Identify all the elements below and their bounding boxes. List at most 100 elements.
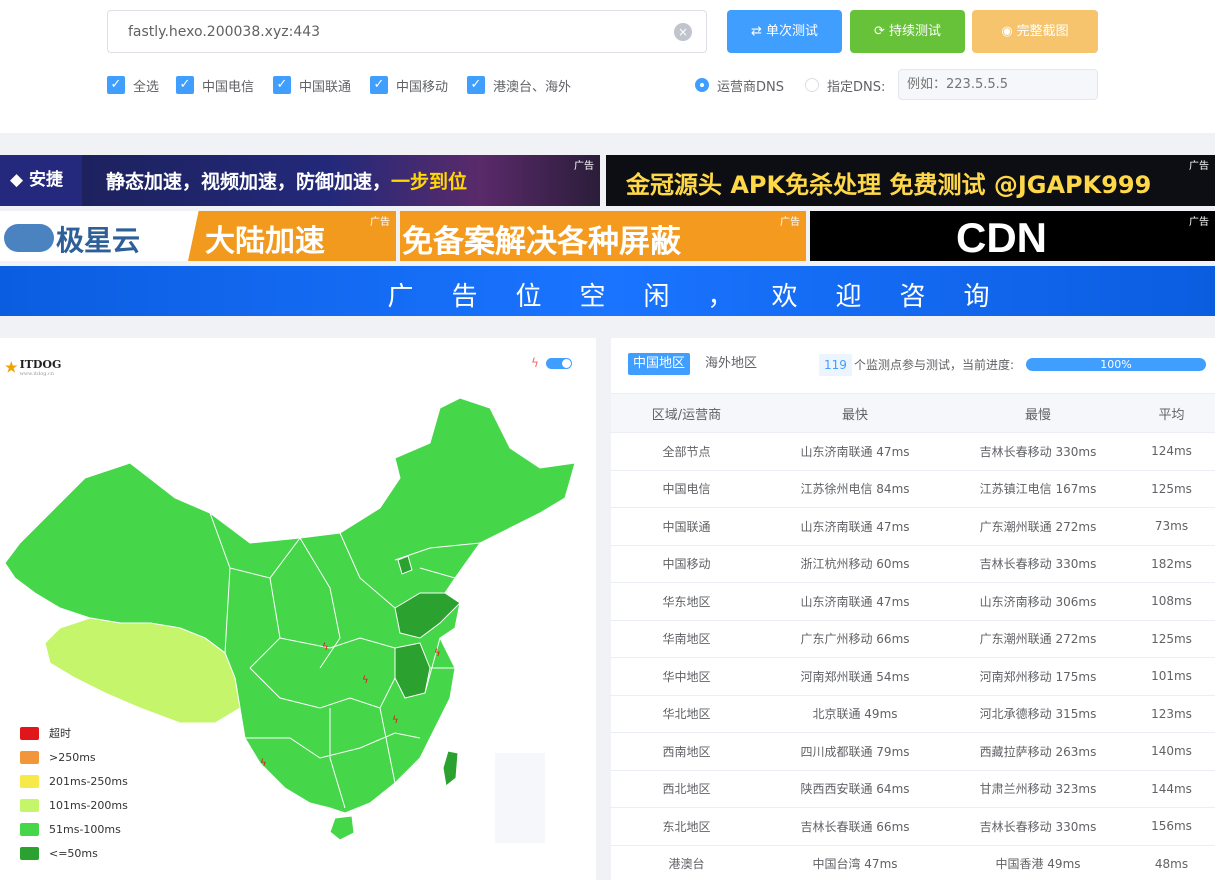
legend-item[interactable]: 101ms-200ms	[20, 793, 128, 817]
check-icon: ✓	[370, 76, 388, 94]
table-row[interactable]: 华南地区 广东广州移动 66ms 广东潮州联通 272ms 125ms	[611, 621, 1215, 658]
map-region-hainan[interactable]	[329, 815, 355, 841]
ad-tag: 广告	[574, 161, 594, 172]
dns-input[interactable]	[898, 69, 1098, 100]
cell-average: 124ms	[1151, 444, 1192, 459]
node-count-text: 个监测点参与测试，当前进度:	[854, 358, 1015, 372]
table-row[interactable]: 中国电信 江苏徐州电信 84ms 江苏镇江电信 167ms 125ms	[611, 471, 1215, 508]
radio-dot	[695, 78, 709, 92]
map-legend: 超时 >250ms 201ms-250ms 101ms-200ms 51ms-1…	[20, 721, 128, 865]
timeout-marker: ϟ	[260, 758, 267, 769]
south-china-sea-inset	[495, 753, 545, 843]
table-row[interactable]: 中国联通 山东济南联通 47ms 广东潮州联通 272ms 73ms	[611, 508, 1215, 546]
tab-china[interactable]: 中国地区	[628, 353, 691, 375]
check-icon: ✓	[467, 76, 485, 94]
ad-text: 广告位空闲，欢迎咨询	[387, 282, 1028, 312]
check-icon: ✓	[273, 76, 291, 94]
legend-swatch	[20, 798, 39, 812]
table-header: 区域/运营商 最快 最慢 平均	[611, 393, 1215, 433]
table-row[interactable]: 西南地区 四川成都联通 79ms 西藏拉萨移动 263ms 140ms	[611, 733, 1215, 771]
cell-fastest: 江苏徐州电信 84ms	[800, 482, 910, 497]
ad-logo: ◆ 安捷	[0, 155, 82, 206]
header-slowest[interactable]: 最慢	[948, 404, 1128, 423]
cell-average: 108ms	[1151, 594, 1192, 609]
refresh-icon: ⇄	[751, 24, 762, 39]
cell-region: 全部节点	[662, 444, 711, 459]
timeout-marker: ϟ	[362, 675, 369, 686]
cell-slowest: 吉林长春移动 330ms	[979, 444, 1097, 459]
continuous-test-button[interactable]: ⟳ 持续测试	[850, 10, 965, 53]
table-body: 全部节点 山东济南联通 47ms 吉林长春移动 330ms 124ms 中国电信 江苏徐…	[611, 433, 1215, 880]
checkbox-unicom[interactable]: ✓ 中国联通	[273, 75, 351, 95]
ad-text: 大陆加速	[205, 224, 325, 259]
header-average[interactable]: 平均	[1128, 404, 1215, 423]
cell-average: 182ms	[1151, 556, 1192, 571]
legend-item[interactable]: 51ms-100ms	[20, 817, 128, 841]
checkbox-overseas[interactable]: ✓ 港澳台、海外	[467, 75, 571, 95]
cell-slowest: 吉林长春移动 330ms	[979, 819, 1097, 834]
cell-average: 101ms	[1151, 669, 1192, 684]
cell-region: 华东地区	[662, 594, 711, 609]
table-row[interactable]: 全部节点 山东济南联通 47ms 吉林长春移动 330ms 124ms	[611, 433, 1215, 471]
cell-slowest: 广东潮州联通 272ms	[979, 632, 1097, 647]
cell-slowest: 山东济南移动 306ms	[979, 594, 1097, 609]
legend-swatch	[20, 750, 39, 764]
table-row[interactable]: 华北地区 北京联通 49ms 河北承德移动 315ms 123ms	[611, 696, 1215, 733]
radio-custom-dns[interactable]: 指定DNS:	[805, 75, 885, 95]
ad-tag: 广告	[780, 217, 800, 228]
legend-swatch	[20, 846, 39, 860]
ad-banner-vacant[interactable]: 广告位空闲，欢迎咨询	[0, 266, 1215, 316]
radio-dot	[805, 78, 819, 92]
timeout-marker: ϟ	[392, 715, 399, 726]
cell-fastest: 陕西西安联通 64ms	[800, 782, 910, 797]
legend-label: >250ms	[49, 750, 96, 764]
cell-region: 西北地区	[662, 782, 711, 797]
ad-tag: 广告	[1189, 161, 1209, 172]
cell-average: 73ms	[1154, 519, 1189, 534]
ad-banner-jgapk[interactable]: 金冠源头 APK免杀处理 免费测试 @JGAPK999 广告	[606, 155, 1215, 206]
table-row[interactable]: 西北地区 陕西西安联通 64ms 甘肃兰州移动 323ms 144ms	[611, 771, 1215, 808]
table-row[interactable]: 华中地区 河南郑州联通 54ms 河南郑州移动 175ms 101ms	[611, 658, 1215, 696]
tab-overseas[interactable]: 海外地区	[700, 353, 762, 375]
table-row[interactable]: 东北地区 吉林长春联通 66ms 吉林长春移动 330ms 156ms	[611, 808, 1215, 846]
ad-text: 免备案解决各种屏蔽	[402, 224, 681, 260]
control-panel: × ⇄单次测试 ⟳持续测试 ◉完整截图 ✓全选 ✓中国电信 ✓中国联通 ✓中国移…	[0, 0, 1215, 133]
check-icon: ✓	[107, 76, 125, 94]
checkbox-telecom[interactable]: ✓ 中国电信	[176, 75, 254, 95]
checkbox-all[interactable]: ✓ 全选	[107, 75, 159, 95]
ad-text: CDN	[956, 214, 1047, 261]
ad-banner-beian[interactable]: 免备案解决各种屏蔽 广告	[400, 211, 806, 261]
cell-region: 港澳台	[668, 857, 705, 872]
radio-isp-dns[interactable]: 运营商DNS	[695, 75, 784, 95]
table-row[interactable]: 中国移动 浙江杭州移动 60ms 吉林长春移动 330ms 182ms	[611, 546, 1215, 583]
single-test-button[interactable]: ⇄ 单次测试	[727, 10, 842, 53]
progress-bar: 100%	[1026, 358, 1206, 371]
table-row[interactable]: 港澳台 中国台湾 47ms 中国香港 49ms 48ms	[611, 846, 1215, 880]
ad-banner-anjie[interactable]: ◆ 安捷 静态加速，视频加速，防御加速，一步到位 广告	[0, 155, 600, 206]
ad-banner-jixingyun[interactable]: 极星云 大陆加速 广告	[0, 211, 396, 261]
screenshot-button[interactable]: ◉ 完整截图	[972, 10, 1098, 53]
ad-banner-cdn[interactable]: CDN 广告	[810, 211, 1215, 261]
cell-fastest: 中国台湾 47ms	[812, 857, 898, 872]
checkbox-mobile[interactable]: ✓ 中国移动	[370, 75, 448, 95]
legend-item[interactable]: 超时	[20, 721, 128, 745]
cell-fastest: 四川成都联通 79ms	[800, 744, 910, 759]
results-panel: 中国地区 海外地区 119 个监测点参与测试，当前进度: 100% 区域/运营商…	[611, 338, 1215, 880]
map-panel: ★ ITDOG www.itdog.cn ϟ ϟ ϟ ϟ ϟ ϟ 超时 >250…	[0, 338, 596, 880]
cell-fastest: 吉林长春联通 66ms	[800, 819, 910, 834]
cell-average: 125ms	[1151, 631, 1192, 646]
cloud-icon	[4, 224, 54, 252]
cell-average: 140ms	[1151, 744, 1192, 759]
table-row[interactable]: 华东地区 山东济南联通 47ms 山东济南移动 306ms 108ms	[611, 583, 1215, 621]
header-fastest[interactable]: 最快	[762, 404, 948, 423]
legend-item[interactable]: >250ms	[20, 745, 128, 769]
clear-icon[interactable]: ×	[674, 23, 692, 41]
map-region-taiwan[interactable]	[442, 750, 459, 787]
legend-item[interactable]: <=50ms	[20, 841, 128, 865]
ad-text: 静态加速，视频加速，防御加速，一步到位	[106, 171, 468, 193]
url-input[interactable]	[107, 10, 707, 53]
shield-icon: ◆	[10, 170, 24, 190]
legend-item[interactable]: 201ms-250ms	[20, 769, 128, 793]
cell-fastest: 河南郑州联通 54ms	[800, 669, 910, 684]
header-region[interactable]: 区域/运营商	[611, 404, 762, 423]
